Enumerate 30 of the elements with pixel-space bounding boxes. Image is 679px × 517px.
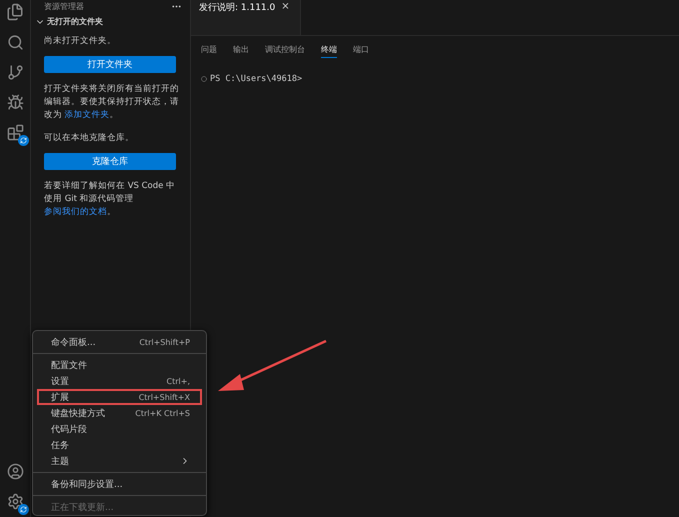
link[interactable]: 添加文件夹 bbox=[64, 110, 110, 120]
sidebar-button[interactable]: 克隆仓库 bbox=[44, 153, 176, 170]
menu-item[interactable]: 代码片段 bbox=[37, 421, 202, 437]
files-icon[interactable] bbox=[5, 2, 25, 22]
panel-tab[interactable]: 输出 bbox=[233, 42, 249, 58]
panel-tab[interactable]: 终端 bbox=[321, 42, 337, 58]
panel-tab[interactable]: 问题 bbox=[201, 42, 217, 58]
panel-tab[interactable]: 调试控制台 bbox=[265, 42, 305, 58]
status-icon bbox=[201, 76, 207, 82]
sidebar-paragraph: 可以在本地克隆仓库。 bbox=[44, 132, 135, 145]
section-header[interactable]: 无打开的文件夹 bbox=[31, 12, 190, 31]
menu-item[interactable]: 主题 bbox=[37, 453, 202, 469]
sidebar-button[interactable]: 打开文件夹 bbox=[44, 56, 176, 73]
sidebar-paragraph: 打开文件夹将关闭所有当前打开的编辑器。要使其保持打开状态，请改为 添加文件夹。 bbox=[44, 83, 180, 122]
menu-item[interactable]: 设置 Ctrl+, bbox=[37, 373, 202, 389]
link[interactable]: 参阅我们的文档 bbox=[44, 207, 107, 217]
menu-item[interactable]: 键盘快捷方式 Ctrl+K Ctrl+S bbox=[37, 405, 202, 421]
sidebar-title: 资源管理器 bbox=[44, 0, 84, 12]
editor-tab[interactable]: 发行说明: 1.111.0 × bbox=[191, 0, 301, 35]
sidebar-paragraph: 若要详细了解如何在 VS Code 中使用 Git 和源代码管理 参阅我们的文档。 bbox=[44, 180, 176, 219]
menu-item[interactable]: 命令面板... Ctrl+Shift+P bbox=[37, 334, 202, 350]
sidebar-paragraph: 尚未打开文件夹。 bbox=[44, 35, 117, 48]
menu-item[interactable]: 配置文件 bbox=[37, 357, 202, 373]
menu-item[interactable]: 扩展 Ctrl+Shift+X bbox=[37, 389, 202, 405]
terminal-line: PS C:\Users\49618> bbox=[210, 74, 302, 84]
menu-item[interactable]: 备份和同步设置... bbox=[37, 476, 202, 492]
account-icon[interactable] bbox=[5, 461, 25, 481]
run-debug-icon[interactable] bbox=[5, 92, 25, 112]
panel-tab[interactable]: 端口 bbox=[353, 42, 369, 58]
menu-item[interactable]: 任务 bbox=[37, 437, 202, 453]
